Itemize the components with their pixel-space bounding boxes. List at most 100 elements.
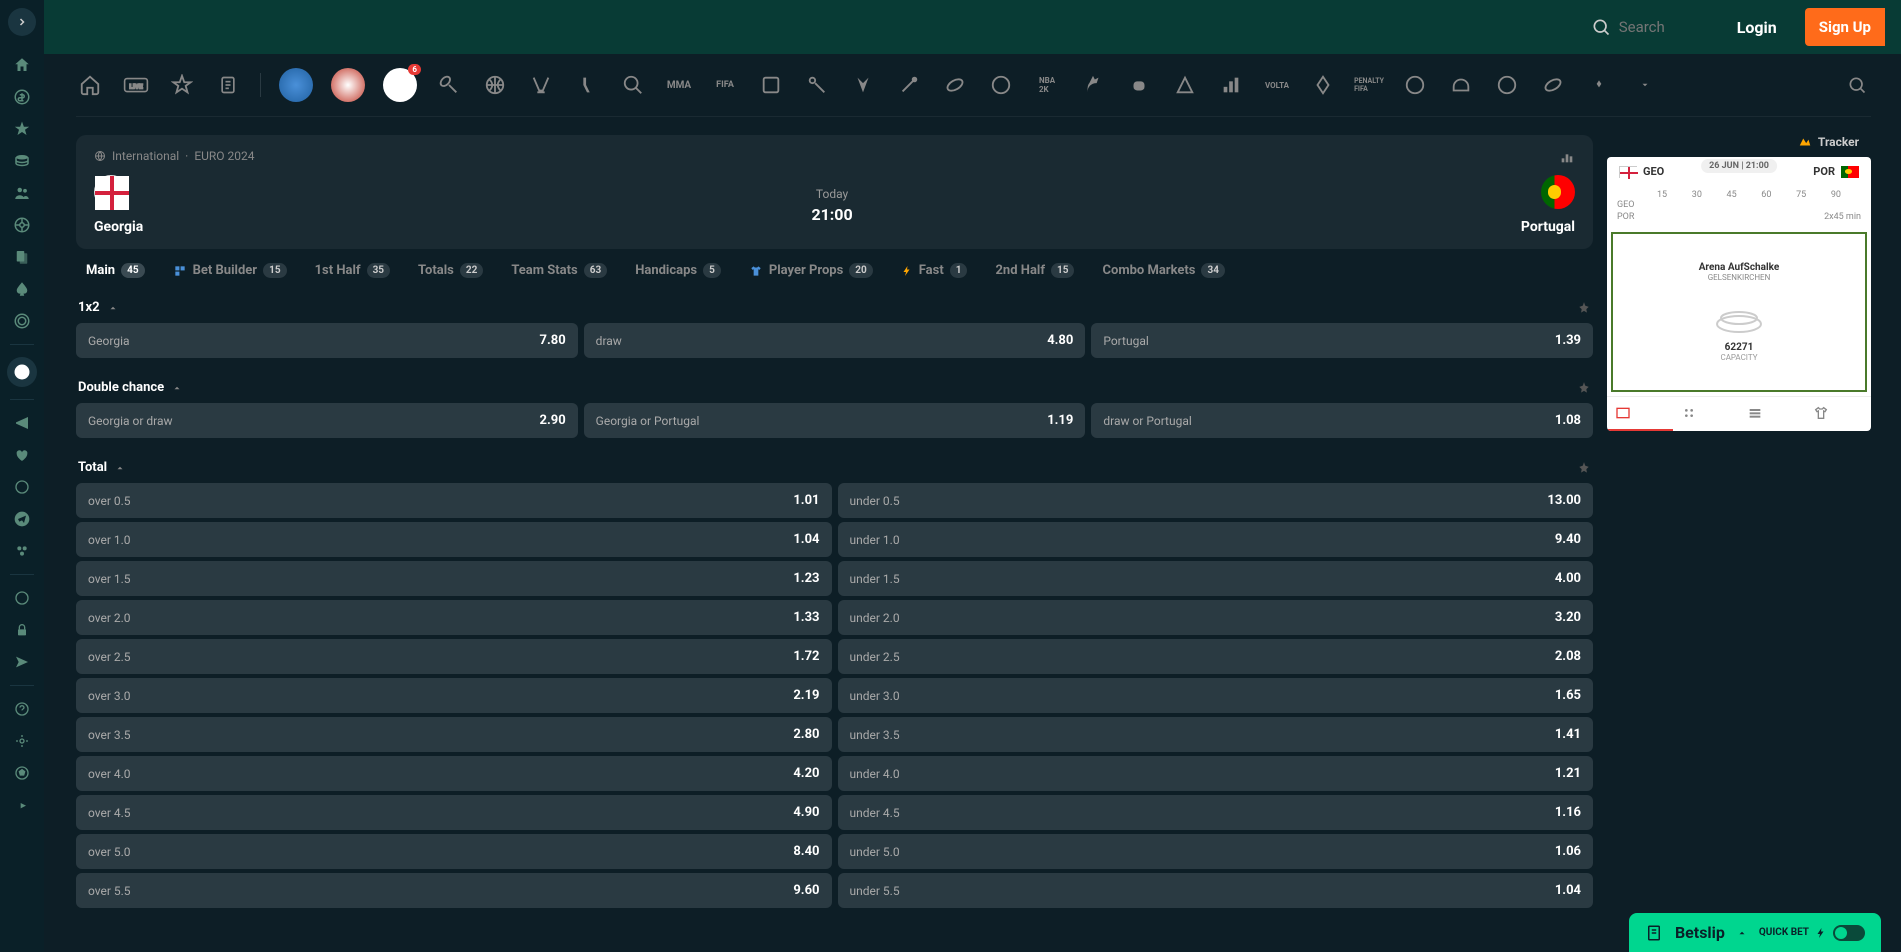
market-tab-main[interactable]: Main45 <box>86 263 145 278</box>
odds-cell-over[interactable]: over 1.01.04 <box>76 522 832 557</box>
sidebar-hand-heart[interactable] <box>11 444 33 466</box>
sidebar-coins[interactable] <box>11 150 33 172</box>
odds-cell-under[interactable]: under 4.51.16 <box>838 795 1594 830</box>
odds-cell-under[interactable]: under 2.03.20 <box>838 600 1594 635</box>
sports-search-icon[interactable] <box>1843 71 1871 99</box>
odds-cell-over[interactable]: over 3.02.19 <box>76 678 832 713</box>
sidebar-coin[interactable] <box>11 587 33 609</box>
market-tab-combo-markets[interactable]: Combo Markets34 <box>1102 263 1224 278</box>
market-tab-bet-builder[interactable]: Bet Builder15 <box>173 263 287 278</box>
sports-dota-icon[interactable] <box>757 71 785 99</box>
sports-star-icon[interactable] <box>168 71 196 99</box>
sports-doc-icon[interactable] <box>214 71 242 99</box>
match-stats-icon[interactable] <box>1559 149 1575 165</box>
betslip-bar[interactable]: Betslip QUICK BET <box>1629 913 1881 952</box>
quickbet-toggle[interactable] <box>1833 925 1865 941</box>
sports-home-icon[interactable] <box>76 71 104 99</box>
market-total-header[interactable]: Total <box>76 452 1593 483</box>
odds-cell[interactable]: Portugal1.39 <box>1091 323 1593 358</box>
odds-cell-under[interactable]: under 5.01.06 <box>838 834 1594 869</box>
sports-horse-icon[interactable] <box>1079 71 1107 99</box>
sports-helmet-icon[interactable] <box>1447 71 1475 99</box>
sports-cs-icon[interactable] <box>573 71 601 99</box>
sports-mma-icon[interactable]: MMA <box>665 71 693 99</box>
sidebar-promo[interactable] <box>11 412 33 434</box>
sidebar-soccer[interactable] <box>7 357 37 387</box>
odds-cell-over[interactable]: over 5.59.60 <box>76 873 832 908</box>
pin-icon[interactable] <box>1577 461 1591 475</box>
odds-cell-over[interactable]: over 0.51.01 <box>76 483 832 518</box>
odds-cell-over[interactable]: over 2.51.72 <box>76 639 832 674</box>
market-tab-1st-half[interactable]: 1st Half35 <box>315 263 390 278</box>
sidebar-wheel[interactable] <box>11 214 33 236</box>
sidebar-spades[interactable] <box>11 278 33 300</box>
sports-stats-icon[interactable] <box>1217 71 1245 99</box>
odds-cell-under[interactable]: under 4.01.21 <box>838 756 1594 791</box>
odds-cell-over[interactable]: over 1.51.23 <box>76 561 832 596</box>
sports-soccer-main[interactable]: 6 <box>383 68 417 102</box>
market-dc-header[interactable]: Double chance <box>76 372 1593 403</box>
search-input[interactable] <box>1619 18 1709 36</box>
tracker-tab-stats[interactable] <box>1739 397 1805 431</box>
header-search[interactable] <box>1591 17 1709 37</box>
tracker-tab-lineup[interactable] <box>1673 397 1739 431</box>
sports-billiards-icon[interactable] <box>1171 71 1199 99</box>
odds-cell[interactable]: Georgia7.80 <box>76 323 578 358</box>
odds-cell-under[interactable]: under 1.09.40 <box>838 522 1594 557</box>
sidebar-community[interactable] <box>11 540 33 562</box>
sidebar-soccer2[interactable] <box>11 762 33 784</box>
sidebar-telegram[interactable] <box>11 508 33 530</box>
breadcrumb[interactable]: International · EURO 2024 <box>94 149 1575 163</box>
odds-cell[interactable]: Georgia or Portugal1.19 <box>584 403 1086 438</box>
sports-euro-icon[interactable] <box>279 68 313 102</box>
market-1x2-header[interactable]: 1x2 <box>76 292 1593 323</box>
odds-cell[interactable]: draw4.80 <box>584 323 1086 358</box>
sports-copa-icon[interactable] <box>331 68 365 102</box>
sports-volta-icon[interactable]: VOLTA <box>1263 71 1291 99</box>
odds-cell-over[interactable]: over 3.52.80 <box>76 717 832 752</box>
market-tab-team-stats[interactable]: Team Stats63 <box>511 263 607 278</box>
odds-cell[interactable]: Georgia or draw2.90 <box>76 403 578 438</box>
sports-penalty-icon[interactable]: PENALTYFIFA <box>1355 71 1383 99</box>
odds-cell-under[interactable]: under 5.51.04 <box>838 873 1594 908</box>
market-tab-fast[interactable]: Fast1 <box>901 263 968 278</box>
sports-futsal-icon[interactable] <box>1401 71 1429 99</box>
sidebar-cards[interactable] <box>11 246 33 268</box>
market-tab-totals[interactable]: Totals22 <box>418 263 483 278</box>
sports-live-icon[interactable]: LIVE <box>122 71 150 99</box>
sidebar-expand-button[interactable] <box>8 8 36 36</box>
sidebar-help[interactable] <box>11 698 33 720</box>
sports-tabletennis-icon[interactable] <box>619 71 647 99</box>
sports-tennis-icon[interactable] <box>435 71 463 99</box>
sidebar-lock[interactable] <box>11 619 33 641</box>
sports-handball-icon[interactable] <box>1309 71 1337 99</box>
sports-cricket-icon[interactable] <box>803 71 831 99</box>
sports-dropdown-icon[interactable] <box>1631 71 1659 99</box>
odds-cell-over[interactable]: over 2.01.33 <box>76 600 832 635</box>
sports-baseball-icon[interactable] <box>895 71 923 99</box>
tracker-tab-shirt[interactable] <box>1805 397 1871 431</box>
sidebar-golf[interactable] <box>11 794 33 816</box>
sidebar-star[interactable] <box>11 118 33 140</box>
sports-lol-icon[interactable] <box>849 71 877 99</box>
sidebar-money[interactable] <box>11 86 33 108</box>
sports-basketball-icon[interactable] <box>481 71 509 99</box>
sidebar-chip[interactable] <box>11 310 33 332</box>
sports-efootball-icon[interactable] <box>1493 71 1521 99</box>
sidebar-target[interactable] <box>11 730 33 752</box>
odds-cell-under[interactable]: under 0.513.00 <box>838 483 1594 518</box>
odds-cell-under[interactable]: under 1.54.00 <box>838 561 1594 596</box>
odds-cell[interactable]: draw or Portugal1.08 <box>1091 403 1593 438</box>
sidebar-plane[interactable] <box>11 651 33 673</box>
odds-cell-under[interactable]: under 2.52.08 <box>838 639 1594 674</box>
sidebar-home[interactable] <box>11 54 33 76</box>
odds-cell-over[interactable]: over 4.04.20 <box>76 756 832 791</box>
login-button[interactable]: Login <box>1725 10 1789 45</box>
sports-more-icon[interactable] <box>1585 71 1613 99</box>
sports-boxing-icon[interactable] <box>1125 71 1153 99</box>
sports-fifa-icon[interactable]: FIFA <box>711 71 739 99</box>
signup-button[interactable]: Sign Up <box>1805 8 1885 46</box>
sidebar-people[interactable] <box>11 182 33 204</box>
market-tab-handicaps[interactable]: Handicaps5 <box>635 263 721 278</box>
sidebar-ball[interactable] <box>11 476 33 498</box>
